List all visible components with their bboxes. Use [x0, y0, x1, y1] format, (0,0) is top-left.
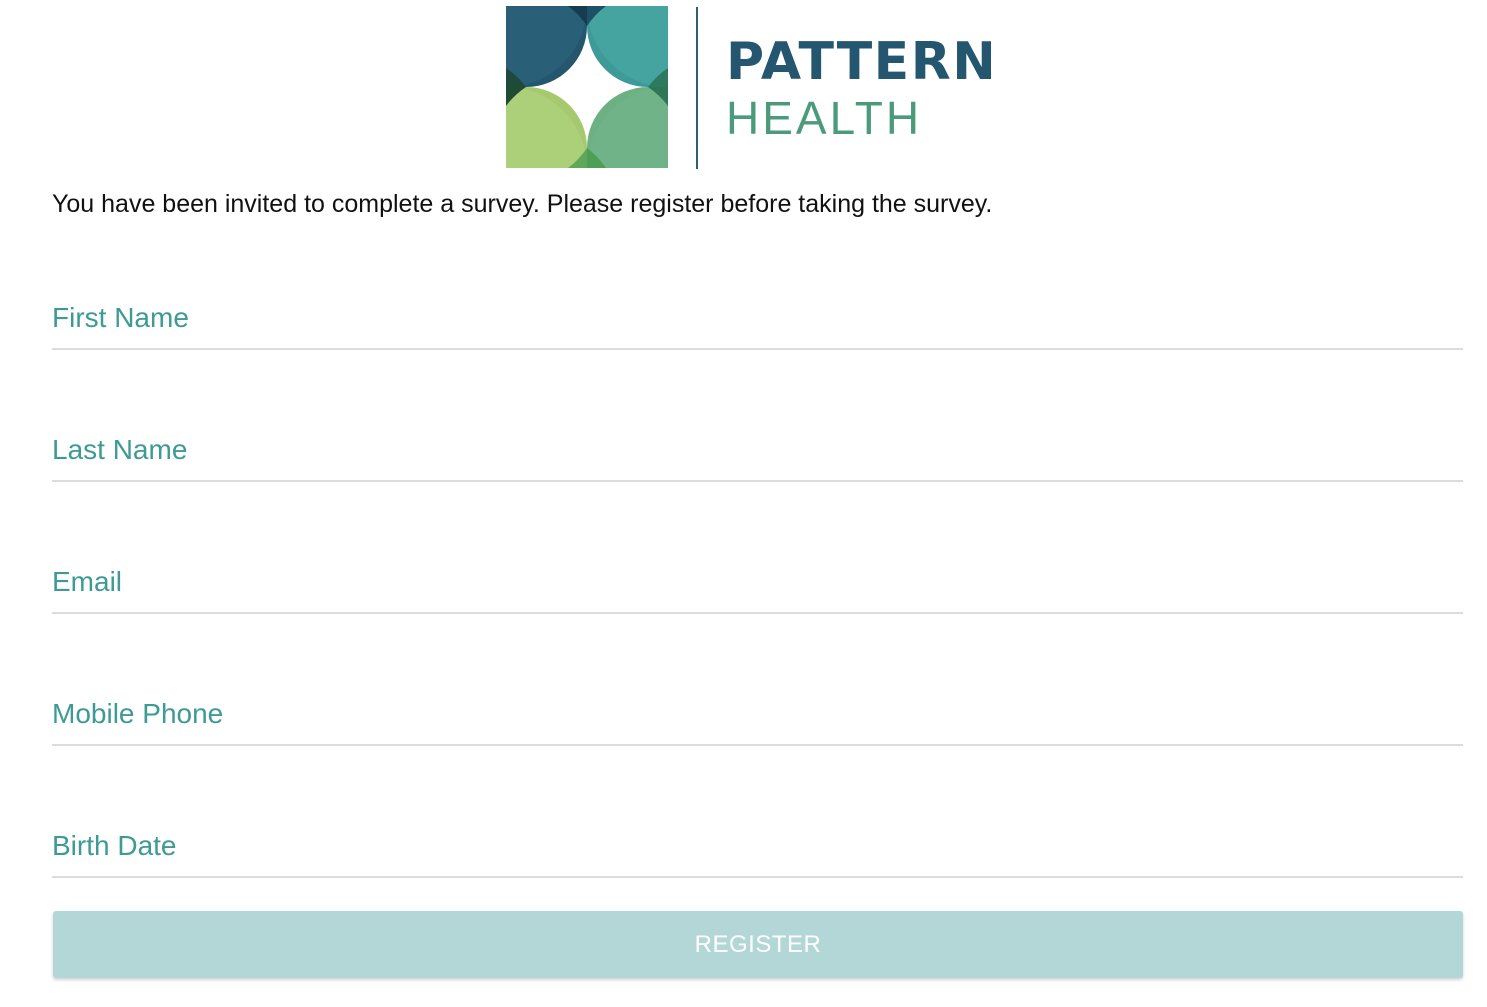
- brand-name-line1: PATTERN: [726, 32, 998, 92]
- email-input[interactable]: [52, 564, 1463, 606]
- pattern-health-logo: PATTERN HEALTH: [506, 6, 1011, 170]
- mobile-phone-input[interactable]: [52, 696, 1463, 738]
- mobile-phone-field: Mobile Phone: [52, 696, 1463, 766]
- invite-message: You have been invited to complete a surv…: [52, 190, 993, 218]
- last-name-underline: [52, 480, 1463, 482]
- birth-date-input[interactable]: [52, 828, 1463, 870]
- logo-divider: [696, 7, 698, 169]
- register-button[interactable]: REGISTER: [53, 911, 1463, 978]
- brand-name-line2: HEALTH: [726, 92, 923, 144]
- last-name-input[interactable]: [52, 432, 1463, 474]
- email-underline: [52, 612, 1463, 614]
- registration-page: PATTERN HEALTH You have been invited to …: [0, 0, 1487, 1007]
- birth-date-field: Birth Date: [52, 828, 1463, 898]
- first-name-input[interactable]: [52, 300, 1463, 342]
- pattern-health-star-logo-icon: [506, 6, 668, 168]
- mobile-phone-underline: [52, 744, 1463, 746]
- email-field: Email: [52, 564, 1463, 634]
- first-name-underline: [52, 348, 1463, 350]
- last-name-field: Last Name: [52, 432, 1463, 502]
- birth-date-underline: [52, 876, 1463, 878]
- first-name-field: First Name: [52, 300, 1463, 370]
